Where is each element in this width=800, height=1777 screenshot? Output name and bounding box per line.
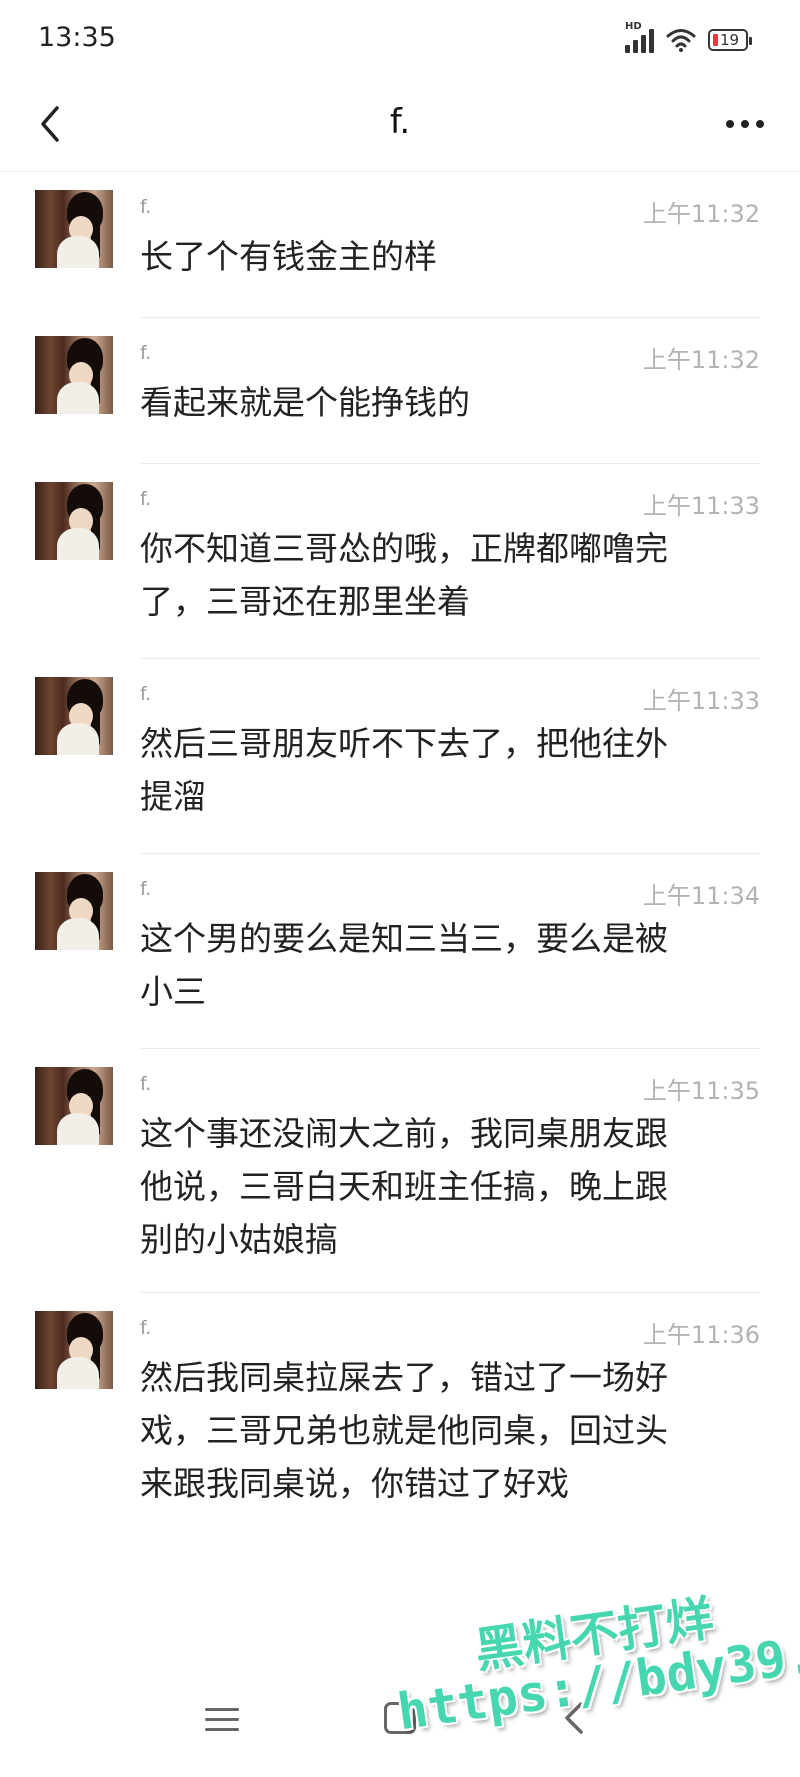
- message-sender: f.: [140, 196, 152, 218]
- message-line: 小三: [140, 972, 206, 1011]
- signal-icon: HD: [625, 21, 654, 53]
- chat-title: f.: [389, 102, 411, 142]
- avatar[interactable]: [35, 190, 113, 268]
- more-button[interactable]: [710, 96, 780, 152]
- message-text: 然后三哥朋友听不下去了，把他往外 提溜: [140, 717, 760, 823]
- message-item[interactable]: f. 上午11:34 这个男的要么是知三当三，要么是被 小三: [0, 854, 800, 1049]
- status-icons: HD 19: [625, 21, 752, 56]
- menu-button[interactable]: [205, 1702, 239, 1736]
- chat-header: f.: [0, 80, 800, 172]
- message-text: 你不知道三哥怂的哦，正牌都嘟噜完 了，三哥还在那里坐着: [140, 522, 760, 628]
- message-sender: f.: [140, 1317, 152, 1339]
- message-line: 长了个有钱金主的样: [140, 237, 437, 276]
- home-button[interactable]: [384, 1702, 416, 1734]
- message-item[interactable]: f. 上午11:32 长了个有钱金主的样: [0, 172, 800, 318]
- message-line: 然后三哥朋友听不下去了，把他往外: [140, 724, 668, 763]
- battery-level: 19: [720, 30, 740, 49]
- message-text: 这个事还没闹大之前，我同桌朋友跟 他说，三哥白天和班主任搞，晚上跟 别的小姑娘搞: [140, 1107, 760, 1266]
- message-text: 看起来就是个能挣钱的: [140, 376, 760, 429]
- more-dots-icon: [726, 120, 734, 128]
- message-sender: f.: [140, 878, 152, 900]
- message-item[interactable]: f. 上午11:35 这个事还没闹大之前，我同桌朋友跟 他说，三哥白天和班主任搞，晚上…: [0, 1049, 800, 1293]
- message-time: 上午11:32: [642, 346, 760, 374]
- avatar[interactable]: [35, 677, 113, 755]
- message-text: 这个男的要么是知三当三，要么是被 小三: [140, 912, 760, 1018]
- message-time: 上午11:34: [642, 882, 760, 910]
- message-time: 上午11:36: [642, 1321, 760, 1349]
- message-sender: f.: [140, 1073, 152, 1095]
- message-line: 看起来就是个能挣钱的: [140, 383, 470, 422]
- message-item[interactable]: f. 上午11:36 然后我同桌拉屎去了，错过了一场好 戏，三哥兄弟也就是他同桌，回过…: [0, 1293, 800, 1533]
- message-line: 这个男的要么是知三当三，要么是被: [140, 919, 668, 958]
- message-line: 了，三哥还在那里坐着: [140, 582, 470, 621]
- message-line: 别的小姑娘搞: [140, 1220, 338, 1259]
- nav-back-icon[interactable]: [555, 1698, 595, 1738]
- message-line: 然后我同桌拉屎去了，错过了一场好: [140, 1358, 668, 1397]
- menu-icon: [205, 1707, 239, 1711]
- message-sender: f.: [140, 342, 152, 364]
- message-line: 来跟我同桌说，你错过了好戏: [140, 1464, 569, 1503]
- avatar[interactable]: [35, 1067, 113, 1145]
- avatar[interactable]: [35, 1311, 113, 1389]
- avatar[interactable]: [35, 872, 113, 950]
- message-line: 这个事还没闹大之前，我同桌朋友跟: [140, 1114, 668, 1153]
- message-item[interactable]: f. 上午11:33 然后三哥朋友听不下去了，把他往外 提溜: [0, 659, 800, 854]
- message-time: 上午11:35: [642, 1077, 760, 1105]
- message-line: 你不知道三哥怂的哦，正牌都嘟噜完: [140, 529, 668, 568]
- avatar[interactable]: [35, 336, 113, 414]
- message-line: 他说，三哥白天和班主任搞，晚上跟: [140, 1167, 668, 1206]
- watermark-title: 黑料不打烊: [471, 1590, 718, 1680]
- battery-fill: [713, 34, 718, 46]
- message-item[interactable]: f. 上午11:32 看起来就是个能挣钱的: [0, 318, 800, 464]
- message-time: 上午11:32: [642, 200, 760, 228]
- message-sender: f.: [140, 683, 152, 705]
- message-time: 上午11:33: [642, 687, 760, 715]
- message-item[interactable]: f. 上午11:33 你不知道三哥怂的哦，正牌都嘟噜完 了，三哥还在那里坐着: [0, 464, 800, 659]
- wifi-icon: [666, 29, 696, 52]
- message-line: 提溜: [140, 777, 206, 816]
- status-time: 13:35: [38, 22, 116, 53]
- status-bar: 13:35 HD 19: [0, 0, 800, 80]
- message-text: 长了个有钱金主的样: [140, 230, 760, 283]
- message-line: 戏，三哥兄弟也就是他同桌，回过头: [140, 1411, 668, 1450]
- avatar[interactable]: [35, 482, 113, 560]
- message-sender: f.: [140, 488, 152, 510]
- message-time: 上午11:33: [642, 492, 760, 520]
- message-list[interactable]: f. 上午11:32 长了个有钱金主的样 f. 上午11:32 看起来就是个能挣钱的 f. 上…: [0, 172, 800, 1533]
- message-text: 然后我同桌拉屎去了，错过了一场好 戏，三哥兄弟也就是他同桌，回过头 来跟我同桌说，你…: [140, 1351, 760, 1510]
- system-nav-bar: [0, 1672, 800, 1777]
- network-type-label: HD: [625, 21, 642, 32]
- battery-icon: 19: [708, 29, 752, 51]
